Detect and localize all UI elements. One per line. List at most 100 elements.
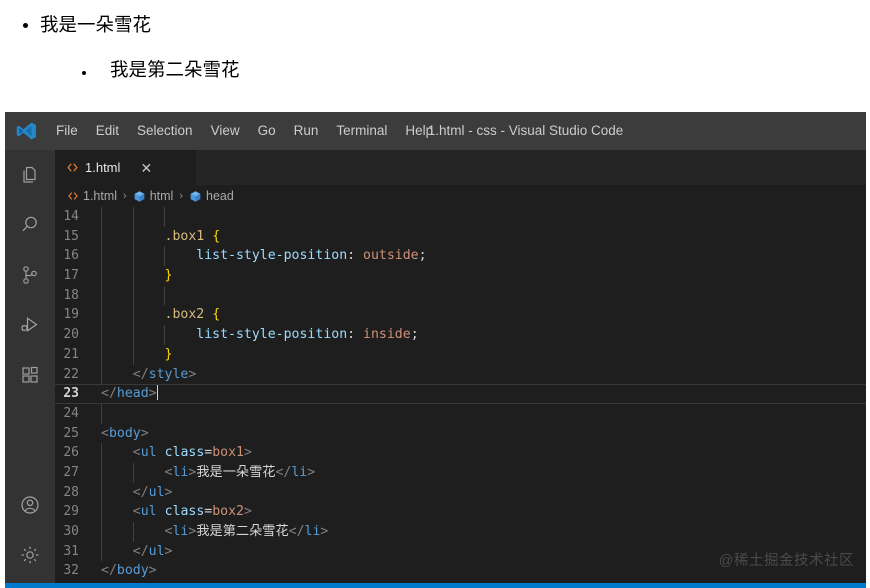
text-cursor <box>156 385 159 401</box>
code-line[interactable]: 31 </ul> <box>55 541 866 562</box>
code-tokens: } <box>101 268 173 283</box>
line-number: 30 <box>63 524 79 539</box>
vscode-logo-icon <box>16 122 36 140</box>
code-token: > <box>320 524 329 539</box>
code-token: > <box>164 543 173 559</box>
code-line[interactable]: 30 <li>我是第二朵雪花</li> <box>55 522 866 542</box>
breadcrumb-label: html <box>149 189 174 203</box>
code-line[interactable]: 26 <ul class=box1> <box>55 443 866 463</box>
code-line[interactable]: 32 </body> <box>55 561 866 581</box>
code-line[interactable]: 19 .box2 { <box>55 305 866 326</box>
menu-file[interactable]: File <box>47 112 87 150</box>
code-lines-container: 14 15 .box1 {16 list-style-position: outs… <box>55 207 866 581</box>
code-line[interactable]: 24 <box>55 403 866 424</box>
code-line[interactable]: 14 <box>55 207 866 227</box>
indent-guide <box>164 325 166 345</box>
activity-item-explorer[interactable] <box>5 150 55 200</box>
menu-terminal[interactable]: Terminal <box>327 112 396 150</box>
code-line-text: </style> <box>101 364 866 385</box>
code-line[interactable]: 28 </ul> <box>55 482 866 503</box>
line-number: 32 <box>63 563 79 579</box>
indent-guide <box>101 541 102 562</box>
menu-help[interactable]: Help <box>396 112 442 150</box>
activity-item-extensions[interactable] <box>5 350 55 400</box>
activity-item-settings[interactable] <box>5 530 55 580</box>
indent-guide <box>132 226 134 247</box>
activity-bar <box>5 150 55 588</box>
code-line[interactable]: 22 </style> <box>55 364 866 385</box>
line-number: 25 <box>63 425 79 441</box>
activity-item-source-control[interactable] <box>5 250 55 300</box>
line-number: 26 <box>63 445 79 461</box>
indent-guide <box>101 325 102 345</box>
indent-guide <box>164 285 166 306</box>
html-file-icon <box>67 190 79 202</box>
code-token: > <box>164 484 173 500</box>
code-token: : <box>347 248 356 264</box>
indent-guide <box>101 226 102 247</box>
indent-guide <box>132 325 134 345</box>
code-line-text: <ul class=box1> <box>101 443 866 463</box>
code-tokens: </body> <box>101 563 157 578</box>
symbol-cube-icon <box>133 190 146 203</box>
code-line[interactable]: 15 .box1 { <box>55 226 866 247</box>
code-token: li <box>172 524 189 539</box>
code-line-text <box>101 285 866 306</box>
code-token: .box1 <box>164 228 205 244</box>
breadcrumb-separator: › <box>123 190 127 202</box>
code-line[interactable]: 23 </head> <box>55 384 866 404</box>
extensions-icon <box>22 366 38 383</box>
breadcrumb-item-head[interactable]: head <box>189 189 234 203</box>
code-tokens: } <box>101 347 173 362</box>
code-token: </ <box>132 366 149 382</box>
code-line[interactable]: 27 <li>我是一朵雪花</li> <box>55 462 866 483</box>
menu-selection[interactable]: Selection <box>128 112 202 150</box>
code-token: 我是一朵雪花 <box>196 464 276 480</box>
code-line[interactable]: 25 <body> <box>55 424 866 444</box>
activity-item-search[interactable] <box>5 200 55 250</box>
list-item-text: 我是第二朵雪花 <box>110 61 240 82</box>
settings-gear-icon <box>21 546 39 564</box>
code-tokens: <body> <box>101 426 149 441</box>
code-token: li <box>291 464 308 480</box>
code-line[interactable]: 16 list-style-position: outside; <box>55 246 866 267</box>
code-tokens: list-style-position: outside; <box>101 248 426 264</box>
line-number: 23 <box>63 386 79 402</box>
menu-edit[interactable]: Edit <box>87 112 128 150</box>
menu-run[interactable]: Run <box>285 112 328 150</box>
code-token: class <box>164 504 205 520</box>
editor-tab-1html[interactable]: 1.html ✕ <box>55 150 197 185</box>
activity-item-account[interactable] <box>5 480 55 530</box>
code-line[interactable]: 18 <box>55 285 866 306</box>
breadcrumb-item-file[interactable]: 1.html <box>67 189 117 203</box>
line-number: 31 <box>63 543 79 559</box>
close-icon[interactable]: ✕ <box>138 161 154 175</box>
code-tokens: </ul> <box>101 485 173 500</box>
code-line-text <box>101 403 866 424</box>
menu-view[interactable]: View <box>202 112 249 150</box>
code-token: { <box>212 228 221 244</box>
code-line[interactable]: 21 } <box>55 344 866 365</box>
line-number: 24 <box>63 405 79 421</box>
code-line[interactable]: 20 list-style-position: inside; <box>55 325 866 345</box>
html-file-icon <box>66 161 79 174</box>
code-token: </ <box>101 386 117 402</box>
line-number: 16 <box>63 248 79 264</box>
code-token: > <box>148 386 157 402</box>
indent-guide <box>101 246 102 267</box>
code-token: ul <box>148 484 165 500</box>
menu-go[interactable]: Go <box>249 112 285 150</box>
code-line[interactable]: 29 <ul class=box2> <box>55 502 866 522</box>
activity-item-run-and-debug[interactable] <box>5 300 55 350</box>
source-control-icon <box>23 266 37 284</box>
code-tokens: <ul class=box2> <box>101 504 252 519</box>
code-line[interactable]: 17 } <box>55 266 866 286</box>
breadcrumb-item-html[interactable]: html <box>133 189 174 203</box>
code-editor[interactable]: 14 15 .box1 {16 list-style-position: outs… <box>55 207 866 588</box>
code-token: > <box>243 504 252 520</box>
code-token: body <box>108 425 141 441</box>
code-token: : <box>347 327 356 343</box>
